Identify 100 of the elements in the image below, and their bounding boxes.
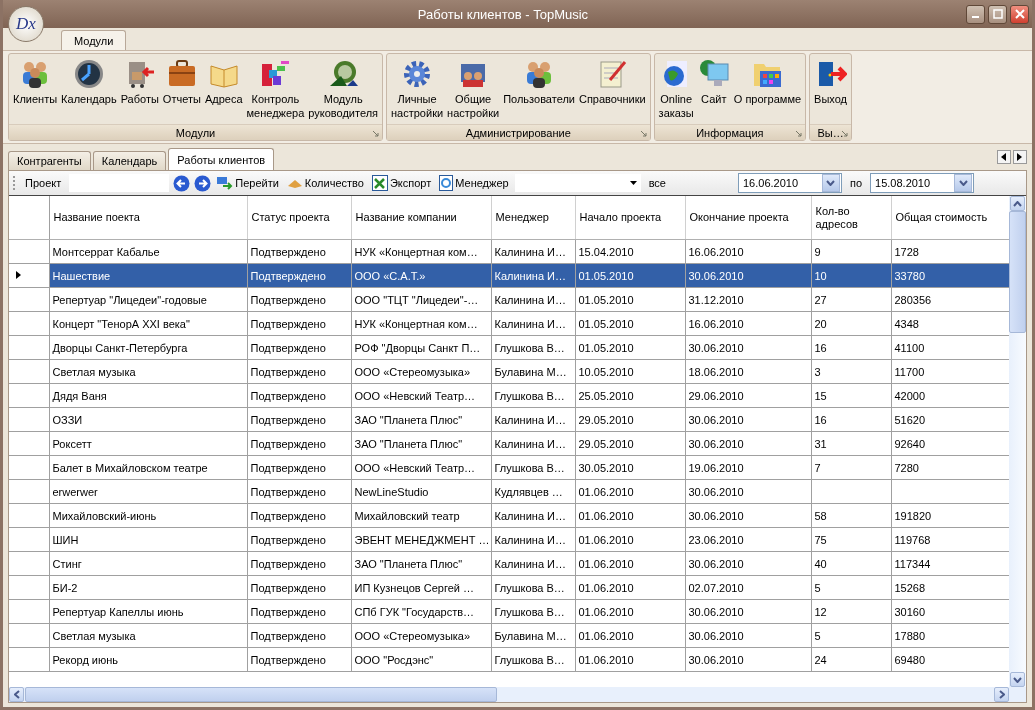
table-row[interactable]: Нашествие Подтверждено ООО «С.А.Т.» Калинина И… 01.05.2010 30.06.2010 10 33780 — [9, 263, 1009, 288]
table-row[interactable]: ШИН Подтверждено ЭВЕНТ МЕНЕДЖМЕНТ … Калинина И… 01.06.2010 23.06.2010 75 119768 — [9, 527, 1009, 552]
table-cell: Булавина М… — [491, 359, 575, 384]
column-header[interactable]: Менеджер — [491, 196, 575, 240]
table-cell: 23.06.2010 — [685, 527, 811, 552]
table-cell: 33780 — [891, 263, 1009, 288]
table-cell: Подтверждено — [247, 359, 351, 384]
column-header[interactable]: Начало проекта — [575, 196, 685, 240]
table-row[interactable]: ОЗЗИ Подтверждено ЗАО "Планета Плюс" Калинина И… 29.05.2010 30.06.2010 16 51620 — [9, 407, 1009, 432]
table-cell: 01.05.2010 — [575, 311, 685, 336]
date-from-field[interactable]: 16.06.2010 — [737, 173, 842, 193]
ribbon-button[interactable]: Адреса — [202, 56, 245, 124]
dropdown-button[interactable] — [954, 174, 973, 192]
launcher-icon[interactable] — [796, 131, 803, 137]
table-cell: 29.05.2010 — [575, 431, 685, 456]
table-cell: 9 — [811, 239, 891, 264]
date-to-field[interactable]: 15.08.2010 — [870, 173, 975, 193]
scrollbar-thumb[interactable] — [25, 687, 497, 702]
table-row[interactable]: Дворцы Санкт-Петербурга Подтверждено РОФ "Дворцы Санкт П… Глушкова В… 01.05.2010 30.06.2010 16 41100 — [9, 335, 1009, 360]
column-header[interactable]: Название компании — [351, 196, 491, 240]
table-cell: Глушкова В… — [491, 575, 575, 600]
table-row[interactable]: Дядя Ваня Подтверждено ООО «Невский Театр… Глушкова В… 25.05.2010 29.06.2010 15 42000 — [9, 383, 1009, 408]
app-logo[interactable]: Dx — [8, 6, 44, 42]
ribbon-button[interactable]: Пользователи — [501, 56, 577, 124]
scroll-down-button[interactable] — [1010, 672, 1025, 687]
table-cell: erwerwer — [49, 479, 247, 504]
table-row[interactable]: Концерт "ТенорА XXI века" Подтверждено НУК «Концертная ком… Калинина И… 01.05.2010 16.06.2010 20 4348 — [9, 311, 1009, 336]
count-button[interactable]: Количество — [284, 177, 366, 189]
table-row[interactable]: Монтсеррат Кабалье Подтверждено НУК «Концертная ком… Калинина И… 15.04.2010 16.06.2010 9 1728 — [9, 239, 1009, 264]
launcher-icon[interactable] — [842, 131, 848, 137]
ribbon-button[interactable]: Модуль руководителя — [306, 56, 380, 124]
ribbon-button[interactable]: Контроль менеджера — [244, 56, 307, 124]
document-tab[interactable]: Работы клиентов — [168, 148, 275, 170]
document-tab[interactable]: Календарь — [92, 151, 167, 170]
ribbon-tab[interactable]: Модули — [61, 30, 127, 50]
table-cell: ЗАО "Планета Плюс" — [351, 407, 491, 432]
table-cell: 30.06.2010 — [685, 335, 811, 360]
scroll-left-button[interactable] — [997, 150, 1011, 164]
table-cell: 24 — [811, 647, 891, 672]
ribbon-button[interactable]: Клиенты — [11, 56, 60, 124]
minimize-icon — [972, 16, 979, 18]
table-cell: Булавина М… — [491, 623, 575, 648]
column-header[interactable]: Статус проекта — [247, 196, 351, 240]
ribbon-button[interactable]: Справочники — [576, 56, 648, 124]
document-tab[interactable]: Контрагенты — [8, 151, 91, 170]
scrollbar-thumb[interactable] — [1009, 211, 1026, 333]
table-cell: Дядя Ваня — [49, 383, 247, 408]
table-cell: Подтверждено — [247, 263, 351, 288]
table-cell: ООО «Стереомузыка» — [351, 359, 491, 384]
column-header[interactable]: Название поекта — [49, 196, 247, 240]
dropdown-button[interactable] — [821, 174, 840, 192]
launcher-icon[interactable] — [373, 131, 379, 137]
ribbon-button[interactable]: Online заказы — [656, 56, 696, 124]
table-row[interactable]: Стинг Подтверждено ЗАО "Планета Плюс" Калинина И… 01.06.2010 30.06.2010 40 117344 — [9, 551, 1009, 576]
table-row[interactable]: Репертуар Капеллы июнь Подтверждено СПб ГУК "Государств… Глушкова В… 01.06.2010 30.06.2010 12 30160 — [9, 599, 1009, 624]
table-cell: Балет в Михайловском театре — [49, 455, 247, 480]
table-row[interactable]: Рекорд июнь Подтверждено ООО "Росдэнс" Глушкова В… 01.06.2010 30.06.2010 24 69480 — [9, 647, 1009, 672]
scroll-up-button[interactable] — [1010, 196, 1025, 211]
table-cell: 01.06.2010 — [575, 647, 685, 672]
scroll-right-button[interactable] — [1013, 150, 1027, 164]
table-row[interactable]: Михайловский-июнь Подтверждено Михайловский театр Калинина И… 01.06.2010 30.06.2010 58 191820 — [9, 503, 1009, 528]
column-header[interactable]: Кол-во адресов — [811, 196, 891, 240]
ribbon-button[interactable]: Календарь — [59, 56, 119, 124]
table-row[interactable]: Репертуар "Лицедеи"-годовые Подтверждено ООО "ТЦТ "Лицедеи"-… Калинина И… 01.05.2010 31.12.2010 27 280356 — [9, 287, 1009, 312]
back-button[interactable] — [173, 174, 191, 192]
manager-button[interactable]: Менеджер — [437, 175, 511, 191]
table-cell: Подтверждено — [247, 239, 351, 264]
maximize-button[interactable] — [988, 4, 1007, 24]
ribbon-button[interactable]: Отчеты — [160, 56, 203, 124]
table-cell: ОЗЗИ — [49, 407, 247, 432]
ribbon-button[interactable]: Общие настройки — [445, 56, 502, 124]
export-button[interactable]: Экспорт — [369, 175, 434, 191]
table-cell: 30.05.2010 — [575, 455, 685, 480]
table-row[interactable]: БИ-2 Подтверждено ИП Кузнецов Сергей … Глушкова В… 01.06.2010 02.07.2010 5 15268 — [9, 575, 1009, 600]
table-row[interactable]: erwerwer Подтверждено NewLineStudio Кудлявцев … 01.06.2010 30.06.2010 — [9, 479, 1009, 504]
goto-button[interactable]: Перейти — [215, 176, 281, 190]
table-cell: Подтверждено — [247, 503, 351, 528]
forward-button[interactable] — [194, 174, 212, 192]
table-cell: 01.06.2010 — [575, 479, 685, 504]
ribbon-button[interactable]: Сайт — [695, 56, 732, 124]
table-cell: Калинина И… — [491, 551, 575, 576]
ribbon-button[interactable]: Работы — [118, 56, 161, 124]
table-row[interactable]: Балет в Михайловском театре Подтверждено ООО «Невский Театр… Глушкова В… 30.05.2010 19.06.2010 7 7280 — [9, 455, 1009, 480]
table-cell: 01.06.2010 — [575, 551, 685, 576]
table-row[interactable]: Светлая музыка Подтверждено ООО «Стереомузыка» Булавина М… 01.06.2010 30.06.2010 5 17880 — [9, 623, 1009, 648]
table-row[interactable]: Светлая музыка Подтверждено ООО «Стереомузыка» Булавина М… 10.05.2010 18.06.2010 3 11700 — [9, 359, 1009, 384]
ribbon-button[interactable]: Выход — [812, 56, 849, 124]
table-cell: 31.12.2010 — [685, 287, 811, 312]
ribbon-button[interactable]: О программе — [731, 56, 804, 124]
column-header[interactable]: Окончание проекта — [685, 196, 811, 240]
minimize-button[interactable] — [966, 4, 985, 24]
table-row[interactable]: Роксетт Подтверждено ЗАО "Планета Плюс" Калинина И… 29.05.2010 30.06.2010 31 92640 — [9, 431, 1009, 456]
close-button[interactable] — [1010, 4, 1029, 24]
table-cell: 18.06.2010 — [685, 359, 811, 384]
ribbon-button[interactable]: Личные настройки — [389, 56, 446, 124]
table-cell: Роксетт — [49, 431, 247, 456]
table-cell: 30.06.2010 — [685, 647, 811, 672]
table-cell: Подтверждено — [247, 311, 351, 336]
table-cell: NewLineStudio — [351, 479, 491, 504]
launcher-icon[interactable] — [640, 131, 647, 137]
